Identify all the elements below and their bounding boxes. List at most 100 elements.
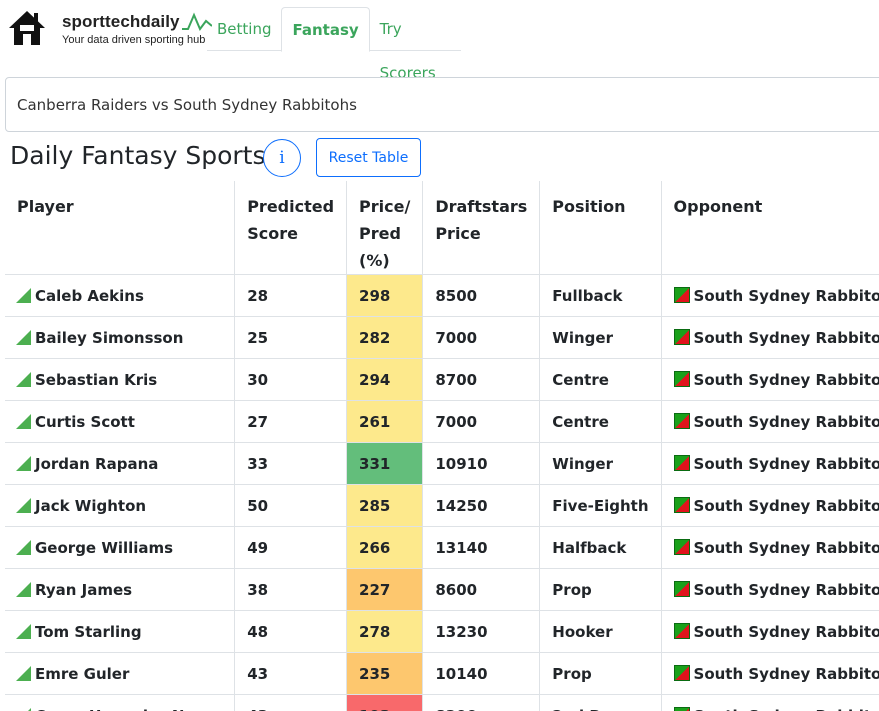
draftstars-price-cell: 8290 [422,694,540,711]
position-cell: Centre [539,400,662,443]
draftstars-price-cell: 8700 [422,358,540,401]
position-cell: Prop [539,568,662,611]
opponent-name: South Sydney Rabbitohs [693,328,879,347]
opponent-name: South Sydney Rabbitohs [693,370,879,389]
team-flag-icon [673,454,690,471]
opponent-cell: South Sydney Rabbitohs [660,400,879,443]
draftstars-price-cell: 8600 [422,568,540,611]
price-pred-cell: 193 [346,694,423,711]
position-cell: Winger [539,316,662,359]
player-name: Jack Wighton [35,496,147,515]
match-select[interactable]: Canberra Raiders vs South Sydney Rabbito… [5,77,879,132]
tab-fantasy[interactable]: Fantasy [281,7,370,52]
player-name: Tom Starling [35,622,142,641]
trend-up-icon [16,707,31,711]
match-select-value: Canberra Raiders vs South Sydney Rabbito… [17,95,357,114]
player-cell: Curtis Scott [5,400,235,443]
price-pred-cell: 285 [346,484,423,527]
trend-up-icon [16,539,31,555]
opponent-cell: South Sydney Rabbitohs [660,442,879,485]
trend-up-icon [16,413,31,429]
position-cell: Hooker [539,610,662,653]
price-pred-cell: 282 [346,316,423,359]
predicted-score-cell: 30 [234,358,347,401]
table-row[interactable]: Tom Starling 48 278 13230 Hooker South Sydney… [5,610,879,653]
table-row[interactable]: Bailey Simonsson 25 282 7000 Winger South Syd… [5,316,879,359]
player-cell: Ryan James [5,568,235,611]
player-name: Corey Harawira-Naera [35,707,222,711]
table-row[interactable]: Jack Wighton 50 285 14250 Five-Eighth South S… [5,484,879,527]
player-cell: Jordan Rapana [5,442,235,485]
predicted-score-cell: 48 [234,610,347,653]
team-flag-icon [673,622,690,639]
table-row[interactable]: Jordan Rapana 33 331 10910 Winger South Sydne… [5,442,879,485]
brand-name: sporttechdaily [62,12,180,31]
opponent-name: South Sydney Rabbitohs [693,412,879,431]
table-row[interactable]: Caleb Aekins 28 298 8500 Fullback South Sydne… [5,274,879,317]
predicted-score-cell: 43 [234,652,347,695]
table-row[interactable]: Sebastian Kris 30 294 8700 Centre South Sydne… [5,358,879,401]
player-name: Curtis Scott [35,412,135,431]
draftstars-price-cell: 14250 [422,484,540,527]
opponent-cell: South Sydney Rabbitohs [660,652,879,695]
team-flag-icon [673,370,690,387]
position-cell: Five-Eighth [539,484,662,527]
trend-up-icon [16,581,31,597]
player-name: Ryan James [35,580,133,599]
table-row[interactable]: Corey Harawira-Naera 4319382902nd Row Sout… [5,694,879,711]
opponent-name: South Sydney Rabbitohs [693,454,879,473]
opponent-cell: South Sydney Rabbitohs [660,526,879,569]
col-header-predicted-score[interactable]: Predicted Score [234,181,347,275]
col-header-price-pred[interactable]: Price/Pred (%) [346,181,423,275]
position-cell: Fullback [539,274,662,317]
draftstars-price-cell: 10140 [422,652,540,695]
price-pred-cell: 266 [346,526,423,569]
price-pred-cell: 298 [346,274,423,317]
player-cell: Caleb Aekins [5,274,235,317]
reset-table-button[interactable]: Reset Table [316,138,421,177]
table-row[interactable]: George Williams 49 266 13140 Halfback South S… [5,526,879,569]
price-pred-cell: 278 [346,610,423,653]
position-cell: Winger [539,442,662,485]
predicted-score-cell: 27 [234,400,347,443]
team-flag-icon [673,706,690,711]
col-header-opponent[interactable]: Opponent [660,181,879,275]
info-button[interactable]: i [263,139,301,177]
player-name: Emre Guler [35,664,130,683]
predicted-score-cell: 50 [234,484,347,527]
predicted-score-cell: 25 [234,316,347,359]
opponent-name: South Sydney Rabbitohs [694,707,879,711]
draftstars-price-cell: 8500 [422,274,540,317]
player-cell: Bailey Simonsson [5,316,235,359]
team-flag-icon [673,580,690,597]
table-row[interactable]: Curtis Scott 27 261 7000 Centre South Sydney … [5,400,879,443]
col-header-draftstars-price[interactable]: Draftstars Price [422,181,540,275]
price-pred-cell: 261 [346,400,423,443]
player-cell: Jack Wighton [5,484,235,527]
draftstars-price-cell: 13230 [422,610,540,653]
player-cell: Corey Harawira-Naera [5,694,235,711]
predicted-score-cell: 49 [234,526,347,569]
brand-logo[interactable]: sporttechdaily Your data driven sporting… [62,12,212,46]
col-header-position[interactable]: Position [539,181,662,275]
opponent-name: South Sydney Rabbitohs [693,286,879,305]
opponent-cell: South Sydney Rabbitohs [660,568,879,611]
tab-try-scorers[interactable]: Try Scorers [370,7,461,82]
player-name: George Williams [35,538,174,557]
team-flag-icon [673,328,690,345]
home-icon[interactable] [8,9,46,47]
trend-up-icon [16,623,31,639]
tab-betting[interactable]: Betting [207,7,281,51]
table-row[interactable]: Ryan James 38 227 8600 Prop South Sydney Rabb… [5,568,879,611]
price-pred-cell: 294 [346,358,423,401]
opponent-name: South Sydney Rabbitohs [693,580,879,599]
predicted-score-cell: 38 [234,568,347,611]
table-row[interactable]: Emre Guler 43 235 10140 Prop South Sydney Rab… [5,652,879,695]
player-cell: Tom Starling [5,610,235,653]
opponent-name: South Sydney Rabbitohs [693,496,879,515]
position-cell: Centre [539,358,662,401]
team-flag-icon [673,664,690,681]
player-cell: Sebastian Kris [5,358,235,401]
trend-up-icon [16,665,31,681]
col-header-player[interactable]: Player [5,181,235,275]
